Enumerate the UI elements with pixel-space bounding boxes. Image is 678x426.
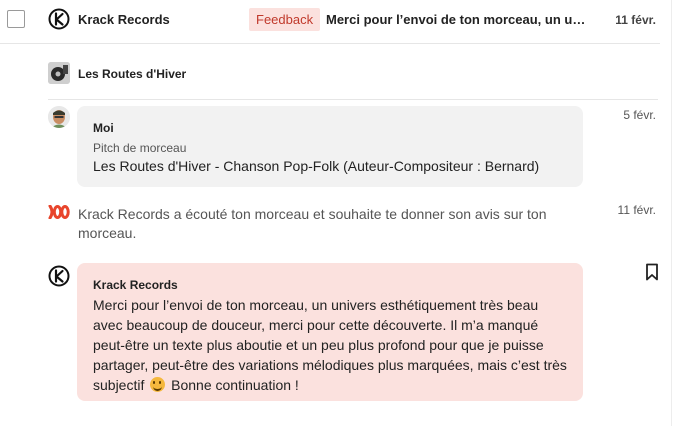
select-checkbox[interactable] (7, 10, 25, 28)
message-sender: Moi (93, 121, 114, 135)
bookmark-icon[interactable] (645, 263, 659, 281)
thread-date: 11 févr. (615, 13, 656, 27)
krack-records-logo-icon (48, 8, 70, 30)
feedback-body: Merci pour l’envoi de ton morceau, un un… (93, 295, 569, 395)
user-avatar (48, 106, 70, 128)
smiley-emoji-icon (150, 377, 166, 392)
message-date: 5 févr. (623, 108, 656, 122)
divider (48, 99, 658, 100)
album-cover-thumbnail (48, 62, 70, 84)
krack-records-logo-icon (48, 265, 70, 287)
vinyl-record-icon (48, 62, 70, 84)
thread-row[interactable]: Krack Records Feedback Merci pour l’envo… (0, 0, 678, 44)
feedback-message[interactable]: Krack Records Merci pour l’envoi de ton … (77, 263, 583, 401)
user-avatar-icon (48, 106, 70, 128)
project-title: Les Routes d'Hiver (78, 67, 187, 81)
notification-text: Krack Records a écouté ton morceau et so… (78, 206, 547, 241)
notification-date: 11 févr. (617, 203, 656, 217)
thread-subject: Merci pour l’envoi de ton morceau, un un… (326, 12, 588, 27)
track-title-link[interactable]: Les Routes d'Hiver - Chanson Pop-Folk (A… (93, 158, 569, 174)
scrollbar-edge (671, 0, 672, 426)
listen-waves-icon (48, 205, 70, 219)
message-subtitle: Pitch de morceau (93, 141, 187, 155)
thread-sender: Krack Records (78, 12, 170, 27)
feedback-tag: Feedback (249, 8, 321, 31)
message-sender: Krack Records (93, 278, 178, 292)
feedback-text: Merci pour l’envoi de ton morceau, un un… (93, 297, 567, 393)
pitch-message[interactable]: Moi Pitch de morceau Les Routes d'Hiver … (77, 106, 583, 187)
divider (0, 43, 660, 44)
feedback-signoff: Bonne continuation ! (171, 377, 299, 393)
